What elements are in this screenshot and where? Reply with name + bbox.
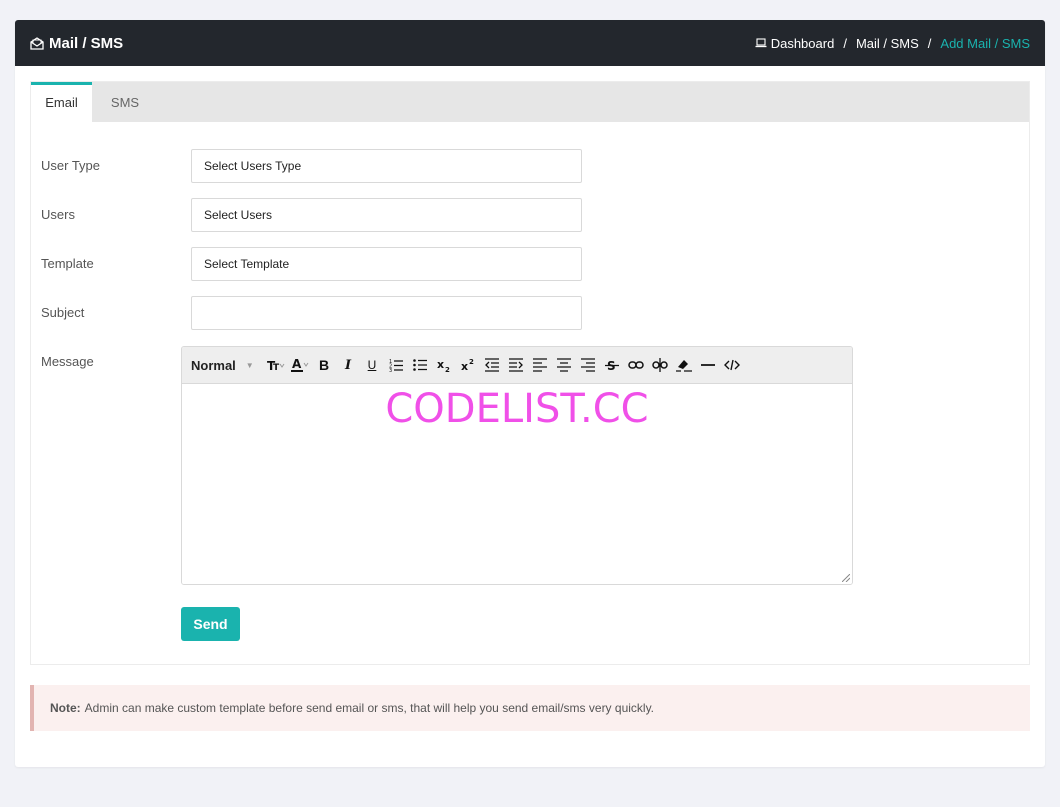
mail-open-icon xyxy=(30,36,44,50)
caret-down-icon: ▼ xyxy=(245,360,254,370)
code-view-icon[interactable] xyxy=(720,353,744,377)
bold-icon[interactable]: B xyxy=(312,353,336,377)
users-select[interactable]: Select Users xyxy=(191,198,582,232)
subscript-icon[interactable]: x2 xyxy=(432,353,456,377)
breadcrumb-current: Add Mail / SMS xyxy=(940,35,1030,51)
editor-toolbar: Normal ▼ TT A B I U 123 x 2 x 2 S xyxy=(182,347,852,384)
format-select[interactable]: Normal ▼ xyxy=(191,358,256,373)
svg-text:x: x xyxy=(437,358,444,371)
breadcrumb: Dashboard / Mail / SMS / Add Mail / SMS xyxy=(755,36,1030,51)
unlink-icon[interactable] xyxy=(648,353,672,377)
subject-input[interactable] xyxy=(191,296,582,330)
card-header: Mail / SMS Dashboard / Mail / SMS / Add … xyxy=(15,20,1045,66)
breadcrumb-mail-sms[interactable]: Mail / SMS xyxy=(856,36,919,51)
svg-text:x: x xyxy=(461,360,468,372)
font-color-icon[interactable]: A xyxy=(288,353,312,377)
font-size-icon[interactable]: TT xyxy=(264,353,288,377)
svg-text:2: 2 xyxy=(469,358,474,366)
note-text: Admin can make custom template before se… xyxy=(84,701,655,715)
resize-handle-icon[interactable] xyxy=(842,574,850,582)
note-label: Note: xyxy=(50,701,81,715)
breadcrumb-dashboard[interactable]: Dashboard xyxy=(755,35,835,51)
form-panel: Email SMS User Type Select Users Type Us… xyxy=(30,81,1030,665)
message-body-text: CODELIST.CC xyxy=(385,386,649,432)
italic-icon[interactable]: I xyxy=(336,353,360,377)
format-select-value: Normal xyxy=(191,357,236,373)
mail-sms-card: Mail / SMS Dashboard / Mail / SMS / Add … xyxy=(15,20,1045,767)
ordered-list-icon[interactable]: 123 xyxy=(384,353,408,377)
superscript-icon[interactable]: x2 xyxy=(456,353,480,377)
send-button[interactable]: Send xyxy=(181,607,240,641)
outdent-icon[interactable] xyxy=(480,353,504,377)
users-label: Users xyxy=(41,207,75,222)
bullet-list-icon[interactable] xyxy=(408,353,432,377)
message-textarea[interactable]: CODELIST.CC xyxy=(182,384,852,584)
breadcrumb-separator: / xyxy=(843,35,847,51)
svg-text:T: T xyxy=(273,363,280,372)
indent-icon[interactable] xyxy=(504,353,528,377)
user-type-select[interactable]: Select Users Type xyxy=(191,149,582,183)
laptop-icon xyxy=(755,38,767,48)
svg-text:3: 3 xyxy=(389,368,392,372)
user-type-label: User Type xyxy=(41,158,101,173)
message-label: Message xyxy=(41,354,94,369)
page-title-text: Mail / SMS xyxy=(49,34,124,52)
message-editor: Normal ▼ TT A B I U 123 x 2 x 2 S CODELI… xyxy=(181,346,853,585)
tab-email[interactable]: Email xyxy=(31,82,92,122)
breadcrumb-separator: / xyxy=(927,35,932,51)
horizontal-rule-icon[interactable] xyxy=(696,353,720,377)
align-center-icon[interactable] xyxy=(552,353,576,377)
tab-bar: Email SMS xyxy=(31,82,1029,122)
tab-sms[interactable]: SMS xyxy=(92,82,158,122)
link-icon[interactable] xyxy=(624,353,648,377)
align-left-icon[interactable] xyxy=(528,353,552,377)
subject-label: Subject xyxy=(41,305,85,320)
breadcrumb-dashboard-label: Dashboard xyxy=(770,35,835,51)
strikethrough-icon[interactable]: S xyxy=(600,353,624,377)
svg-text:A: A xyxy=(292,357,302,371)
underline-icon[interactable]: U xyxy=(360,353,384,377)
remove-format-icon[interactable] xyxy=(672,353,696,377)
align-right-icon[interactable] xyxy=(576,353,600,377)
svg-text:2: 2 xyxy=(445,366,450,372)
page-title: Mail / SMS xyxy=(30,35,123,52)
template-label: Template xyxy=(41,256,94,271)
note-alert: Note: Admin can make custom template bef… xyxy=(30,685,1030,731)
template-select[interactable]: Select Template xyxy=(191,247,582,281)
